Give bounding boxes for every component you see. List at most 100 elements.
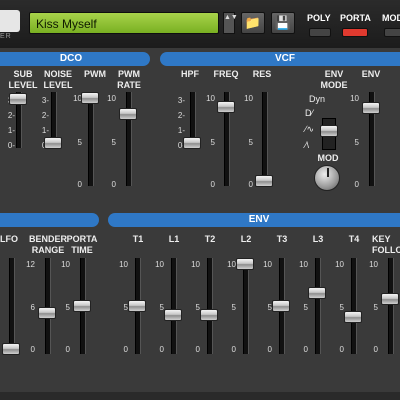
t3-tick-5: 5 bbox=[267, 303, 272, 312]
logo bbox=[0, 10, 20, 32]
env-t4-slider-cap[interactable] bbox=[344, 311, 362, 323]
bender-range-label: BENDER RANGE bbox=[28, 234, 67, 255]
poly-label: POLY bbox=[307, 13, 331, 23]
patch-name-display[interactable]: Kiss Myself bbox=[29, 12, 219, 34]
res-slider-cap[interactable] bbox=[255, 175, 273, 187]
pwm-tick-0: 0 bbox=[77, 180, 82, 189]
l1-tick-5: 5 bbox=[159, 303, 164, 312]
key-tick-5: 5 bbox=[373, 303, 378, 312]
mod-knob[interactable] bbox=[314, 165, 340, 191]
env-l3-track[interactable] bbox=[315, 258, 321, 354]
pwm-track[interactable] bbox=[88, 92, 94, 186]
porta-label: PORTA bbox=[340, 13, 371, 23]
l2-tick-5: 5 bbox=[231, 303, 236, 312]
section-env: ENV bbox=[108, 213, 400, 227]
t4-tick-0: 0 bbox=[339, 345, 344, 354]
env-l2-track[interactable] bbox=[243, 258, 249, 354]
env-t2-track[interactable] bbox=[207, 258, 213, 354]
env-shape-1-icon: D⁄ bbox=[305, 108, 314, 118]
porta-time-slider-cap[interactable] bbox=[73, 300, 91, 312]
hpf-tick-1: 1- bbox=[177, 126, 185, 135]
pwm-rate-label: PWM RATE bbox=[117, 69, 141, 90]
env-t4-track[interactable] bbox=[351, 258, 357, 354]
section-lfo-strip bbox=[0, 213, 99, 227]
key-follow-track[interactable] bbox=[388, 258, 394, 354]
pwm-slider-cap[interactable] bbox=[81, 92, 99, 104]
pwm-tick-5: 5 bbox=[77, 138, 82, 147]
vcf-env-slider-cap[interactable] bbox=[362, 102, 380, 114]
env-mode-switch-cap[interactable] bbox=[320, 125, 338, 137]
env-l3-slider-cap[interactable] bbox=[308, 287, 326, 299]
logo-subtitle: ER bbox=[0, 33, 12, 40]
env-t2-slider-cap[interactable] bbox=[200, 309, 218, 321]
env-tick-10: 10 bbox=[350, 94, 359, 103]
env-t1-label: T1 bbox=[132, 234, 144, 244]
lfo-slider-cap[interactable] bbox=[2, 343, 20, 355]
lfo-label: LFO bbox=[0, 234, 18, 244]
env-t3-slider-cap[interactable] bbox=[272, 300, 290, 312]
res-tick-10: 10 bbox=[244, 94, 253, 103]
mod-knob-label: MOD bbox=[317, 153, 339, 163]
poly-led[interactable] bbox=[309, 28, 331, 37]
porta-tick-0: 0 bbox=[65, 345, 70, 354]
env-tick-5: 5 bbox=[354, 138, 359, 147]
bender-range-slider-cap[interactable] bbox=[38, 307, 56, 319]
freq-slider-cap[interactable] bbox=[217, 101, 235, 113]
sub-level-slider-cap[interactable] bbox=[9, 93, 27, 105]
res-track[interactable] bbox=[262, 92, 268, 186]
pwm-rate-track[interactable] bbox=[126, 92, 132, 186]
env-l3-label: L3 bbox=[312, 234, 324, 244]
t4-tick-5: 5 bbox=[339, 303, 344, 312]
hpf-tick-3: 3- bbox=[177, 96, 185, 105]
section-vcf: VCF bbox=[160, 52, 400, 66]
env-l1-slider-cap[interactable] bbox=[164, 309, 182, 321]
folder-icon[interactable]: 📁 bbox=[241, 12, 265, 34]
t4-tick-10: 10 bbox=[335, 260, 344, 269]
freq-tick-0: 0 bbox=[210, 180, 215, 189]
t2-tick-5: 5 bbox=[195, 303, 200, 312]
bender-tick-0: 0 bbox=[30, 345, 35, 354]
env-l1-track[interactable] bbox=[171, 258, 177, 354]
pwmrate-tick-0: 0 bbox=[111, 180, 116, 189]
pwm-label: PWM bbox=[84, 69, 106, 79]
t3-tick-0: 0 bbox=[267, 345, 272, 354]
l1-tick-10: 10 bbox=[155, 260, 164, 269]
lfo-track[interactable] bbox=[9, 258, 15, 354]
save-icon[interactable]: 💾 bbox=[271, 12, 295, 34]
freq-label: FREQ bbox=[213, 69, 239, 79]
t1-tick-10: 10 bbox=[119, 260, 128, 269]
noise-level-slider-cap[interactable] bbox=[44, 137, 62, 149]
l3-tick-5: 5 bbox=[303, 303, 308, 312]
env-mode-switch[interactable] bbox=[320, 118, 338, 150]
porta-led[interactable] bbox=[342, 28, 368, 37]
bender-range-track[interactable] bbox=[45, 258, 51, 354]
l1-tick-0: 0 bbox=[159, 345, 164, 354]
mod-led[interactable] bbox=[384, 28, 400, 37]
env-tick-0: 0 bbox=[354, 180, 359, 189]
pwm-rate-slider-cap[interactable] bbox=[119, 108, 137, 120]
freq-tick-10: 10 bbox=[206, 94, 215, 103]
hpf-label: HPF bbox=[181, 69, 199, 79]
sub-tick-0: 0- bbox=[7, 141, 15, 150]
patch-up-down-arrows[interactable]: ▲▼ bbox=[223, 12, 238, 34]
porta-tick-5: 5 bbox=[65, 303, 70, 312]
l2-tick-0: 0 bbox=[231, 345, 236, 354]
key-follow-label: KEY FOLLO bbox=[372, 234, 400, 255]
env-mode-label: ENV MODE bbox=[320, 69, 348, 90]
key-tick-0: 0 bbox=[373, 345, 378, 354]
hpf-slider-cap[interactable] bbox=[183, 137, 201, 149]
l3-tick-0: 0 bbox=[303, 345, 308, 354]
mod-label: MOD bbox=[382, 13, 400, 23]
t1-tick-5: 5 bbox=[123, 303, 128, 312]
env-l2-slider-cap[interactable] bbox=[236, 258, 254, 270]
env-t1-slider-cap[interactable] bbox=[128, 300, 146, 312]
pwmrate-tick-10: 10 bbox=[107, 94, 116, 103]
hpf-tick-2: 2- bbox=[177, 111, 185, 120]
key-follow-slider-cap[interactable] bbox=[381, 293, 399, 305]
l3-tick-10: 10 bbox=[299, 260, 308, 269]
bottom-edge bbox=[0, 392, 400, 400]
t3-tick-10: 10 bbox=[263, 260, 272, 269]
env-t2-label: T2 bbox=[204, 234, 216, 244]
res-tick-5: 5 bbox=[248, 138, 253, 147]
bender-tick-6: 6 bbox=[30, 303, 35, 312]
